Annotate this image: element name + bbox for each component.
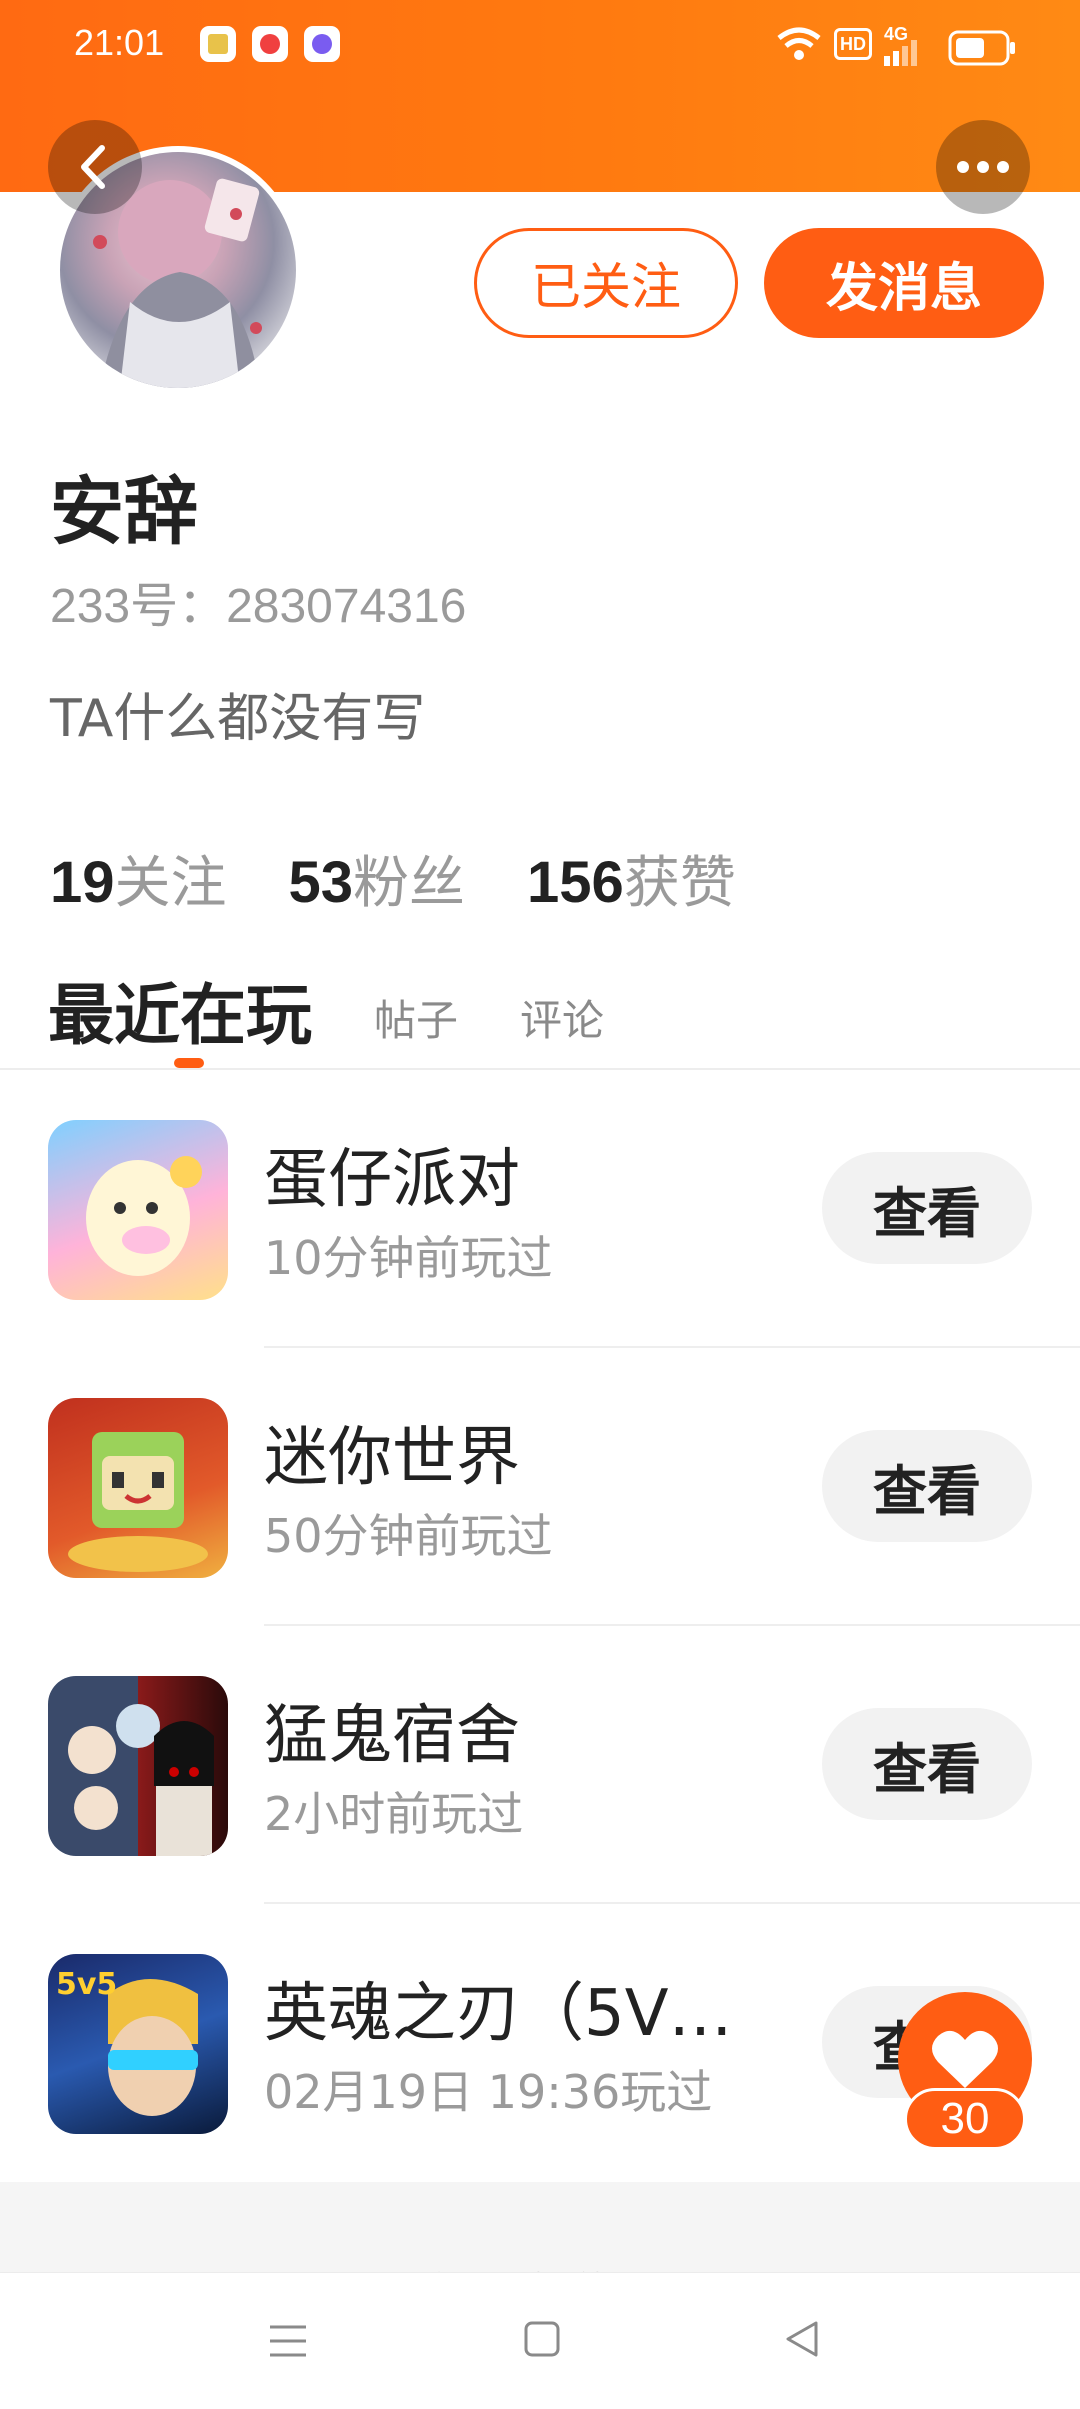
tab-comments[interactable]: 评论 <box>520 987 604 1048</box>
game-last-played: 02月19日 19:36玩过 <box>264 2065 713 2119</box>
user-name: 安辞 <box>50 469 198 555</box>
game-name: 英魂之刃（5V5… <box>264 1977 744 2051</box>
stats-row: 19关注 53粉丝 156获赞 <box>50 838 736 919</box>
game-name: 迷你世界 <box>264 1421 520 1495</box>
menu-icon[interactable] <box>266 2319 310 2363</box>
stat-fans-count: 53 <box>288 850 354 915</box>
stat-likes-count: 156 <box>527 850 624 915</box>
tab-indicator <box>174 1058 204 1068</box>
home-icon[interactable] <box>522 2319 562 2359</box>
signal-icon <box>884 40 917 66</box>
view-game-button[interactable]: 查看 <box>822 1430 1032 1542</box>
stat-fans[interactable]: 53粉丝 <box>289 838 466 919</box>
view-game-button[interactable]: 查看 <box>822 1152 1032 1264</box>
video-app-icon <box>252 26 288 62</box>
game-name: 猛鬼宿舍 <box>264 1699 520 1773</box>
game-icon-haunted-dorm <box>48 1676 228 1856</box>
like-count-badge: 30 <box>904 2088 1026 2150</box>
more-button[interactable] <box>936 120 1030 214</box>
back-nav-icon[interactable] <box>780 2317 824 2361</box>
list-item[interactable]: 猛鬼宿舍 2小时前玩过 查看 <box>0 1626 1080 1904</box>
news-app-icon <box>200 26 236 62</box>
no-more-games-text: 没有更多游戏了 <box>0 2256 1080 2272</box>
tab-recently-played-label: 最近在玩 <box>48 977 312 1054</box>
game-last-played: 10分钟前玩过 <box>264 1231 553 1285</box>
game-icon-mini-world <box>48 1398 228 1578</box>
tab-recently-played[interactable]: 最近在玩 <box>48 962 312 1068</box>
view-game-button[interactable]: 查看 <box>822 1708 1032 1820</box>
wifi-icon <box>777 27 821 60</box>
tab-posts[interactable]: 帖子 <box>374 987 458 1048</box>
game-last-played: 50分钟前玩过 <box>264 1509 553 1563</box>
list-item[interactable]: 迷你世界 50分钟前玩过 查看 <box>0 1348 1080 1626</box>
profile-tabs: 最近在玩 帖子 评论 <box>48 962 604 1068</box>
game-last-played: 2小时前玩过 <box>264 1787 524 1841</box>
game-icon-eggy-party <box>48 1120 228 1300</box>
svg-text:5v5: 5v5 <box>56 1967 117 2002</box>
game-icon-soul-blade: 5v5 <box>48 1954 228 2134</box>
stat-following[interactable]: 19关注 <box>50 838 227 919</box>
game-name: 蛋仔派对 <box>264 1143 520 1217</box>
stat-following-count: 19 <box>50 850 115 915</box>
user-bio: TA什么都没有写 <box>50 689 426 749</box>
stat-following-label: 关注 <box>114 851 227 916</box>
status-time: 21:01 <box>74 22 165 63</box>
battery-icon <box>948 30 1015 66</box>
user-id: 233号：283074316 <box>50 580 467 633</box>
back-button[interactable] <box>48 120 142 214</box>
hd-badge: HD <box>834 28 872 60</box>
stat-fans-label: 粉丝 <box>353 851 466 916</box>
stat-likes: 156获赞 <box>527 838 736 919</box>
stat-likes-label: 获赞 <box>623 851 736 916</box>
chevron-left-icon <box>81 145 105 189</box>
send-message-button[interactable]: 发消息 <box>764 228 1044 338</box>
list-item[interactable]: 蛋仔派对 10分钟前玩过 查看 <box>0 1070 1080 1348</box>
followed-button[interactable]: 已关注 <box>474 228 738 338</box>
list-footer: 没有更多游戏了 <box>0 2182 1080 2272</box>
chat-app-icon <box>304 26 340 62</box>
system-nav-bar <box>0 2272 1080 2409</box>
more-dots-icon <box>957 161 1009 173</box>
